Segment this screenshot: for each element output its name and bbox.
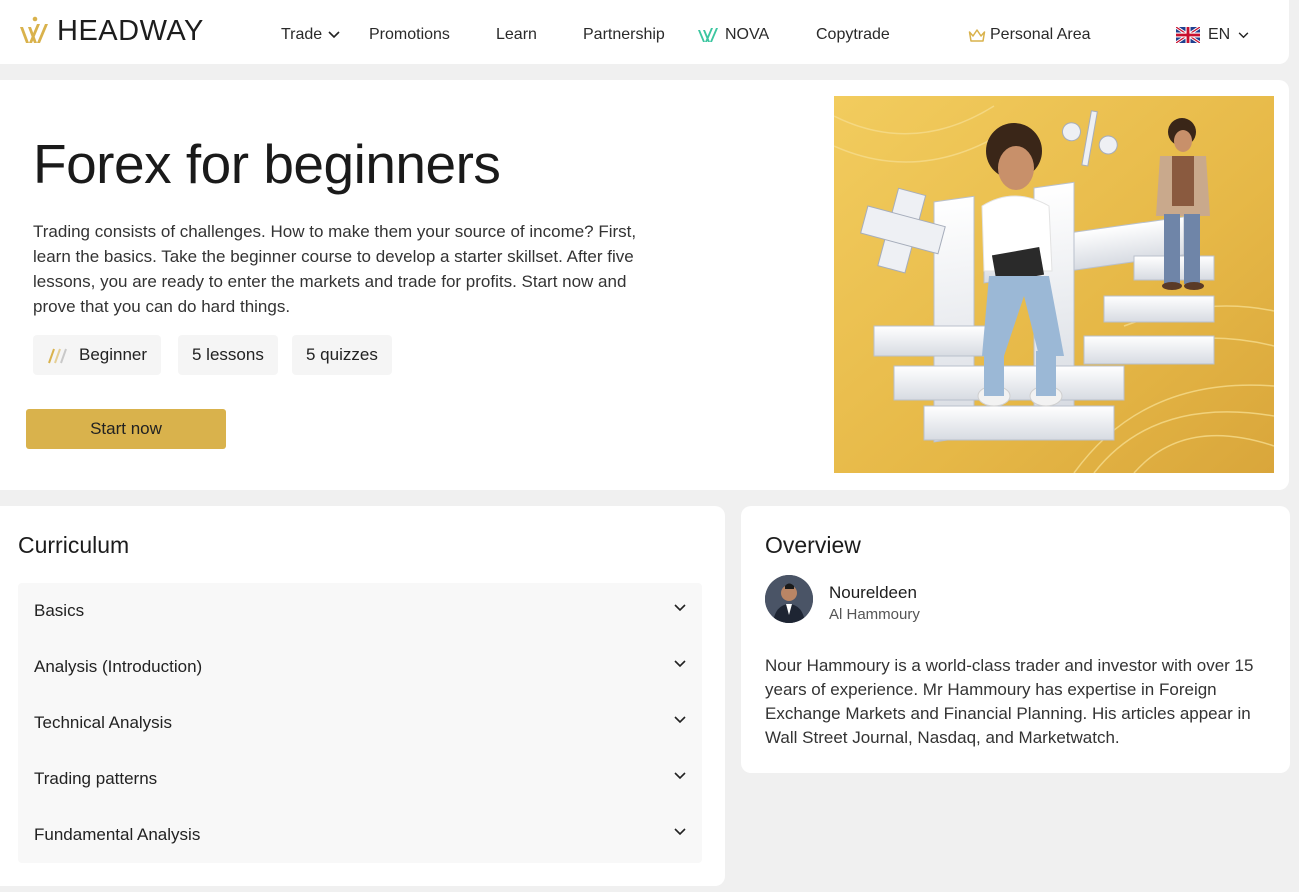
nav-learn[interactable]: Learn [496,0,537,70]
hero-illustration-graphic [834,96,1274,473]
nav-trade-label: Trade [281,26,323,43]
chevron-down-icon [1238,31,1249,38]
nav-learn-label: Learn [496,26,537,43]
top-navigation: HEADWAY Trade Promotions Learn Partnersh… [0,0,1289,64]
curriculum-item-label: Technical Analysis [34,713,172,732]
curriculum-accordion: Basics Analysis (Introduction) Technical… [18,583,702,863]
tag-level: Beginner [33,335,162,375]
chevron-down-icon [674,660,686,668]
nova-icon [698,28,718,42]
overview-panel: Overview Noureldeen Al Hammoury Nour Ham… [741,506,1290,773]
nav-partnership-label: Partnership [583,26,665,43]
headway-logo[interactable]: HEADWAY [17,13,204,49]
chevron-down-icon [674,828,686,836]
avatar [765,575,813,623]
page-title: Forex for beginners [33,133,501,195]
author-avatar-icon [765,575,813,623]
curriculum-panel: Curriculum Basics Analysis (Introduction… [0,506,725,886]
language-selector[interactable]: EN [1176,0,1249,70]
chevron-down-icon [328,31,340,39]
nav-promotions-label: Promotions [369,26,450,43]
curriculum-item-technical-analysis[interactable]: Technical Analysis [18,695,702,751]
language-label: EN [1208,26,1231,43]
overview-title: Overview [765,532,861,558]
author-name: Noureldeen [829,583,917,602]
curriculum-item-basics[interactable]: Basics [18,583,702,639]
uk-flag-icon [1176,27,1200,43]
tag-level-label: Beginner [79,345,148,364]
start-now-button[interactable]: Start now [26,409,226,449]
tag-lessons: 5 lessons [178,335,278,375]
nav-promotions[interactable]: Promotions [369,0,450,70]
nav-personal-area-label: Personal Area [990,26,1091,43]
level-bars-icon [48,348,67,364]
course-description: Trading consists of challenges. How to m… [33,222,637,316]
nav-trade[interactable]: Trade [281,0,340,70]
nav-nova[interactable]: NOVA [697,0,769,70]
course-hero: Forex for beginners Trading consists of … [0,80,1289,490]
author-bio: Nour Hammoury is a world-class trader an… [765,656,1254,747]
chevron-down-icon [674,716,686,724]
curriculum-item-label: Trading patterns [34,769,158,788]
nav-partnership[interactable]: Partnership [583,0,665,70]
tag-quizzes: 5 quizzes [292,335,392,375]
curriculum-item-label: Analysis (Introduction) [34,657,203,676]
curriculum-item-trading-patterns[interactable]: Trading patterns [18,751,702,807]
chevron-down-icon [674,772,686,780]
hero-illustration [834,96,1274,473]
chevron-down-icon [674,604,686,612]
nav-personal-area[interactable]: Personal Area [968,0,1091,70]
curriculum-item-label: Basics [34,601,85,620]
logo-text: HEADWAY [57,14,204,47]
nav-copytrade-label: Copytrade [816,26,890,43]
curriculum-title: Curriculum [18,532,130,558]
curriculum-item-label: Fundamental Analysis [34,825,201,844]
tag-lessons-label: 5 lessons [192,345,264,364]
nav-copytrade[interactable]: Copytrade [816,0,890,70]
curriculum-item-fundamental-analysis[interactable]: Fundamental Analysis [18,807,702,863]
headway-logo-icon [20,16,48,43]
curriculum-item-analysis-intro[interactable]: Analysis (Introduction) [18,639,702,695]
tag-quizzes-label: 5 quizzes [306,345,378,364]
author-surname: Al Hammoury [829,606,920,623]
crown-icon [968,28,986,42]
nav-nova-label: NOVA [725,26,770,43]
